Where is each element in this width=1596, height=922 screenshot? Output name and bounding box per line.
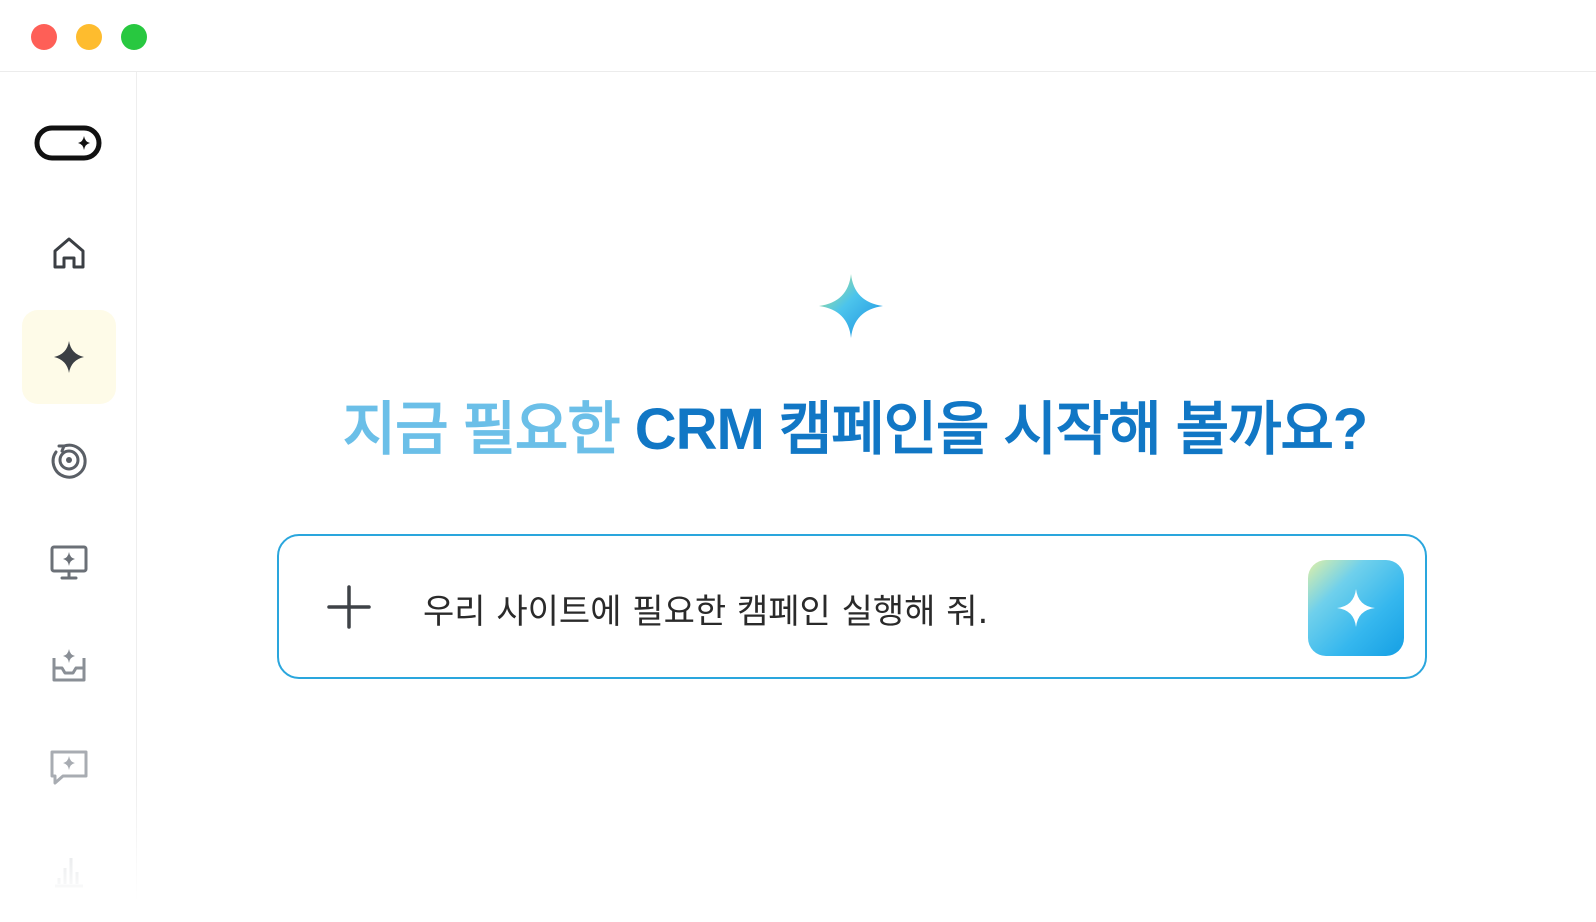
send-button[interactable] <box>1308 560 1404 656</box>
bar-chart-icon <box>55 858 83 888</box>
maximize-window-button[interactable] <box>121 24 147 50</box>
sidebar <box>0 72 138 922</box>
logo-icon[interactable] <box>34 125 102 161</box>
sparkle-icon <box>1337 589 1375 627</box>
prompt-input-box[interactable]: 우리 사이트에 필요한 캠페인 실행해 줘. <box>277 534 1427 679</box>
main-content: 지금 필요한 CRM 캠페인을 시작해 볼까요? 우리 사이트에 필요한 캠페인… <box>137 72 1596 922</box>
inbox-sparkle-icon <box>52 649 86 682</box>
gradient-sparkle-icon <box>819 274 883 338</box>
monitor-sparkle-icon <box>50 545 88 580</box>
sidebar-item-campaign-history[interactable] <box>22 413 116 507</box>
plus-icon[interactable] <box>325 583 373 631</box>
sparkle-icon <box>54 341 84 373</box>
page-headline: 지금 필요한 CRM 캠페인을 시작해 볼까요? <box>137 382 1573 466</box>
headline-highlight: 지금 필요한 <box>342 397 621 462</box>
sidebar-item-home[interactable] <box>22 206 116 300</box>
headline-main: CRM 캠페인을 시작해 볼까요? <box>634 397 1368 462</box>
home-icon <box>53 237 85 269</box>
target-history-icon <box>51 443 87 479</box>
chat-sparkle-icon <box>50 750 88 785</box>
title-bar <box>0 0 1596 72</box>
app-window: 지금 필요한 CRM 캠페인을 시작해 볼까요? 우리 사이트에 필요한 캠페인… <box>0 0 1596 922</box>
minimize-window-button[interactable] <box>76 24 102 50</box>
sidebar-item-chat-campaign[interactable] <box>22 720 116 814</box>
close-window-button[interactable] <box>31 24 57 50</box>
sidebar-item-inbox-campaign[interactable] <box>22 618 116 712</box>
sidebar-item-analytics[interactable] <box>22 823 116 917</box>
sidebar-item-ai-campaign[interactable] <box>22 310 116 404</box>
prompt-input[interactable]: 우리 사이트에 필요한 캠페인 실행해 줘. <box>423 584 988 633</box>
sidebar-item-display-campaign[interactable] <box>22 515 116 609</box>
